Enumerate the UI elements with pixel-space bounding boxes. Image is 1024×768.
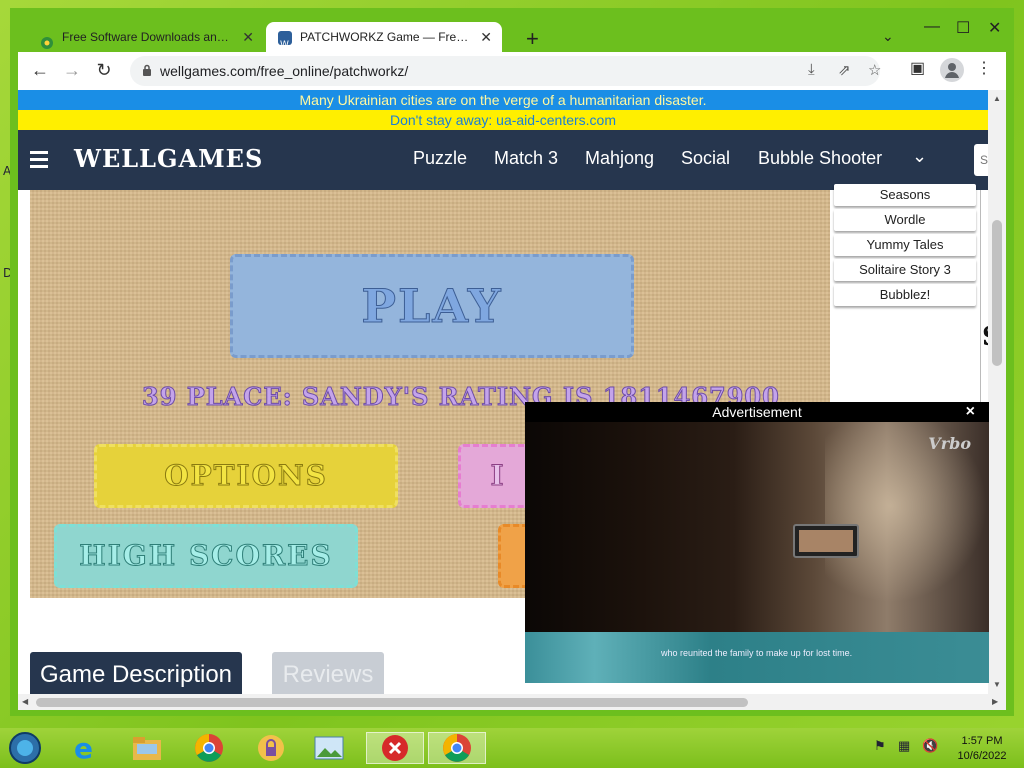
scroll-left-icon[interactable]: ◀ xyxy=(22,697,28,706)
ad-video[interactable]: Vrbo xyxy=(525,422,989,632)
horizontal-scrollbar[interactable]: ◀ ▶ xyxy=(18,694,1006,710)
site-search-input[interactable]: S xyxy=(974,144,988,176)
nav-more-chevron-icon[interactable]: ⌄ xyxy=(912,146,927,167)
network-icon[interactable]: ▦ xyxy=(898,738,910,754)
browser-toolbar: ← → ↻ wellgames.com/free_online/patchwor… xyxy=(18,52,1006,90)
svg-text:W: W xyxy=(280,40,289,50)
options-button[interactable]: OPTIONS xyxy=(94,444,398,508)
ad-header: Advertisement xyxy=(712,404,802,420)
phone-icon xyxy=(793,524,859,558)
tab-title: Free Software Downloads and Re xyxy=(62,30,234,44)
profile-icon[interactable] xyxy=(940,58,964,82)
tab-reviews[interactable]: Reviews xyxy=(272,652,384,694)
scroll-up-icon[interactable]: ▲ xyxy=(993,94,1001,103)
close-tab-icon[interactable]: ✕ xyxy=(242,22,254,52)
horizontal-scroll-thumb[interactable] xyxy=(36,698,748,707)
video-ad-overlay[interactable]: Advertisement × Vrbo who reunited the fa… xyxy=(525,402,989,683)
address-bar[interactable]: wellgames.com/free_online/patchworkz/ ⤓ … xyxy=(130,56,881,86)
svg-text:e: e xyxy=(74,733,93,763)
menu-icon[interactable]: ⋮ xyxy=(976,58,992,78)
site-navbar: WELLGAMES Puzzle Match 3 Mahjong Social … xyxy=(18,130,988,190)
photo-viewer-icon[interactable] xyxy=(312,732,346,764)
ad-caption-strip: who reunited the family to make up for l… xyxy=(525,632,989,683)
ukraine-banner-link[interactable]: Don't stay away: ua-aid-centers.com xyxy=(18,110,988,130)
nav-link-mahjong[interactable]: Mahjong xyxy=(585,148,654,169)
forward-button[interactable]: → xyxy=(60,58,84,82)
vertical-scroll-thumb[interactable] xyxy=(992,220,1002,366)
instructions-label: I xyxy=(490,459,506,493)
nav-link-puzzle[interactable]: Puzzle xyxy=(413,148,467,169)
internet-explorer-icon[interactable]: e xyxy=(68,732,102,764)
globe-icon xyxy=(40,31,54,49)
share-icon[interactable]: ⇗ xyxy=(838,61,851,79)
clock-time: 1:57 PM xyxy=(961,735,1003,747)
nav-link-bubble-shooter[interactable]: Bubble Shooter xyxy=(758,148,882,169)
ad-caption: who reunited the family to make up for l… xyxy=(661,648,853,658)
reload-button[interactable]: ↻ xyxy=(92,58,116,82)
file-explorer-icon[interactable] xyxy=(130,732,164,764)
side-game-link[interactable]: Bubblez! xyxy=(834,284,976,306)
volume-muted-icon[interactable]: 🔇 xyxy=(922,738,938,754)
action-center-flag-icon[interactable]: ⚑ xyxy=(874,738,886,754)
side-game-link[interactable]: Solitaire Story 3 xyxy=(834,259,976,281)
keepass-icon[interactable] xyxy=(254,732,288,764)
lock-icon[interactable] xyxy=(142,63,152,76)
ukraine-banner-line1: Many Ukrainian cities are on the verge o… xyxy=(18,90,988,110)
wellgames-favicon-icon: W xyxy=(278,31,292,50)
ad-brand-logo: Vrbo xyxy=(928,434,971,453)
play-button[interactable]: PLAY xyxy=(230,254,634,358)
clock-date: 10/6/2022 xyxy=(957,750,1007,762)
taskbar: e ⚑ ▦ 🔇 1:57 PM 10/6/2022 xyxy=(0,728,1024,768)
new-tab-button[interactable]: + xyxy=(526,26,539,52)
chrome-icon[interactable] xyxy=(192,732,226,764)
red-x-app-icon[interactable] xyxy=(366,732,424,764)
hamburger-menu-icon[interactable] xyxy=(30,151,48,168)
tab-title: PATCHWORKZ Game — Free Onl xyxy=(300,30,472,44)
start-orb-icon[interactable] xyxy=(8,732,42,764)
side-game-link[interactable]: Seasons xyxy=(834,184,976,206)
install-icon[interactable]: ⤓ xyxy=(808,61,815,78)
nav-link-match3[interactable]: Match 3 xyxy=(494,148,558,169)
tab-search-chevron-icon[interactable]: ⌄ xyxy=(882,28,894,45)
side-games-list: Seasons Wordle Yummy Tales Solitaire Sto… xyxy=(834,184,976,309)
nav-link-social[interactable]: Social xyxy=(681,148,730,169)
close-ad-button[interactable]: × xyxy=(966,402,975,422)
scroll-right-icon[interactable]: ▶ xyxy=(992,697,998,706)
scroll-down-icon[interactable]: ▼ xyxy=(993,680,1001,689)
site-logo[interactable]: WELLGAMES xyxy=(74,144,263,173)
close-window-button[interactable]: ✕ xyxy=(988,18,1001,38)
url-text[interactable]: wellgames.com/free_online/patchworkz/ xyxy=(160,56,408,86)
side-panel-icon[interactable]: ▣ xyxy=(910,58,925,78)
maximize-button[interactable]: ☐ xyxy=(956,18,970,38)
back-button[interactable]: ← xyxy=(28,58,52,82)
tab-game-description[interactable]: Game Description xyxy=(30,652,242,694)
chrome-active-icon[interactable] xyxy=(428,732,486,764)
side-game-link[interactable]: Yummy Tales xyxy=(834,234,976,256)
high-scores-button[interactable]: HIGH SCORES xyxy=(54,524,358,588)
side-game-link[interactable]: Wordle xyxy=(834,209,976,231)
close-tab-icon[interactable]: ✕ xyxy=(480,22,492,52)
vertical-scrollbar[interactable]: ▲ ▼ xyxy=(988,90,1006,694)
system-clock[interactable]: 1:57 PM 10/6/2022 xyxy=(952,734,1012,764)
star-icon[interactable]: ☆ xyxy=(868,61,881,79)
minimize-button[interactable]: — xyxy=(924,18,940,36)
